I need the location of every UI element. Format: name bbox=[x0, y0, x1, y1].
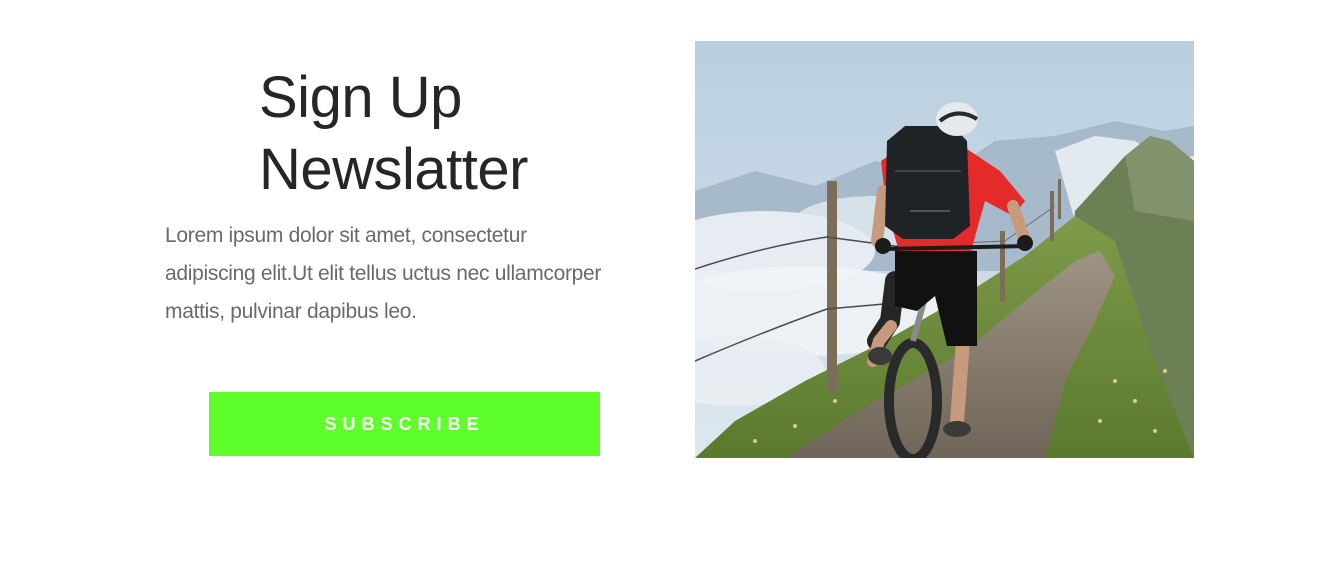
mountain-biker-photo bbox=[695, 41, 1194, 458]
description-line-2: adipiscing elit.Ut elit tellus uctus nec… bbox=[165, 262, 602, 285]
title-line-1: Sign Up bbox=[259, 65, 462, 130]
newsletter-description: Lorem ipsum dolor sit amet, consectetur … bbox=[165, 217, 645, 331]
subscribe-button[interactable]: SUBSCRIBE bbox=[209, 392, 600, 456]
newsletter-section: Sign Up Newslatter Lorem ipsum dolor sit… bbox=[0, 0, 1344, 564]
title-line-2: Newslatter bbox=[259, 137, 528, 202]
description-line-3: mattis, pulvinar dapibus leo. bbox=[165, 300, 417, 323]
newsletter-title: Sign Up Newslatter bbox=[259, 62, 619, 206]
description-line-1: Lorem ipsum dolor sit amet, consectetur bbox=[165, 224, 527, 247]
